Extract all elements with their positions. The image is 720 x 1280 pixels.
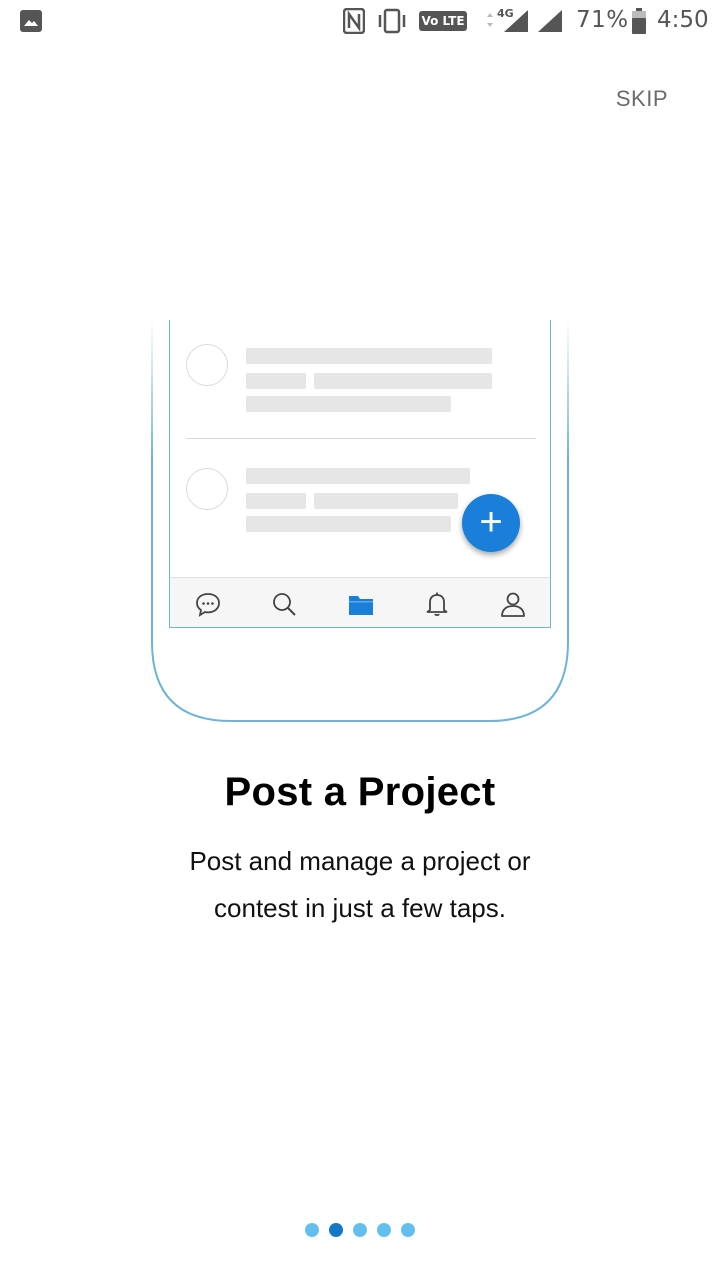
volte-badge: Vo LTE: [419, 11, 467, 31]
phone-illustration: +: [151, 320, 569, 722]
battery-icon: [632, 8, 646, 34]
search-icon: [273, 593, 296, 616]
bell-icon: [426, 592, 448, 617]
page-dot[interactable]: [401, 1223, 415, 1237]
text-placeholder: [246, 493, 306, 509]
text-placeholder: [246, 396, 451, 412]
nfc-icon: [343, 8, 365, 34]
skip-button[interactable]: SKIP: [616, 86, 668, 112]
phone-screen: +: [169, 320, 551, 628]
chat-icon: [196, 593, 220, 617]
text-placeholder: [314, 373, 492, 389]
list-divider: [186, 438, 536, 439]
page-indicator: [0, 1223, 720, 1237]
vibrate-icon: [378, 8, 406, 34]
gallery-notification-icon: [20, 10, 42, 32]
signal-strength-icon: [538, 10, 562, 32]
avatar-placeholder: [186, 344, 228, 386]
add-project-fab: +: [462, 494, 520, 552]
text-placeholder: [246, 373, 306, 389]
list-item: [186, 340, 536, 430]
onboarding-description: Post and manage a project or contest in …: [189, 846, 531, 923]
clock: 4:50: [657, 7, 709, 33]
folder-icon: [349, 596, 373, 615]
page-dot-active[interactable]: [329, 1223, 343, 1237]
avatar-placeholder: [186, 468, 228, 510]
text-placeholder: [246, 516, 451, 532]
profile-icon: [501, 592, 525, 617]
text-placeholder: [246, 468, 470, 484]
network-type-label: 4G: [497, 7, 514, 20]
status-bar: Vo LTE 4G 71% 4:50: [0, 0, 720, 44]
page-dot[interactable]: [305, 1223, 319, 1237]
page-dot[interactable]: [353, 1223, 367, 1237]
onboarding-title: Post a Project: [224, 770, 496, 814]
battery-percent: 71%: [576, 7, 629, 33]
bottom-navigation: [170, 577, 550, 627]
text-placeholder: [314, 493, 458, 509]
page-dot[interactable]: [377, 1223, 391, 1237]
text-placeholder: [246, 348, 492, 364]
